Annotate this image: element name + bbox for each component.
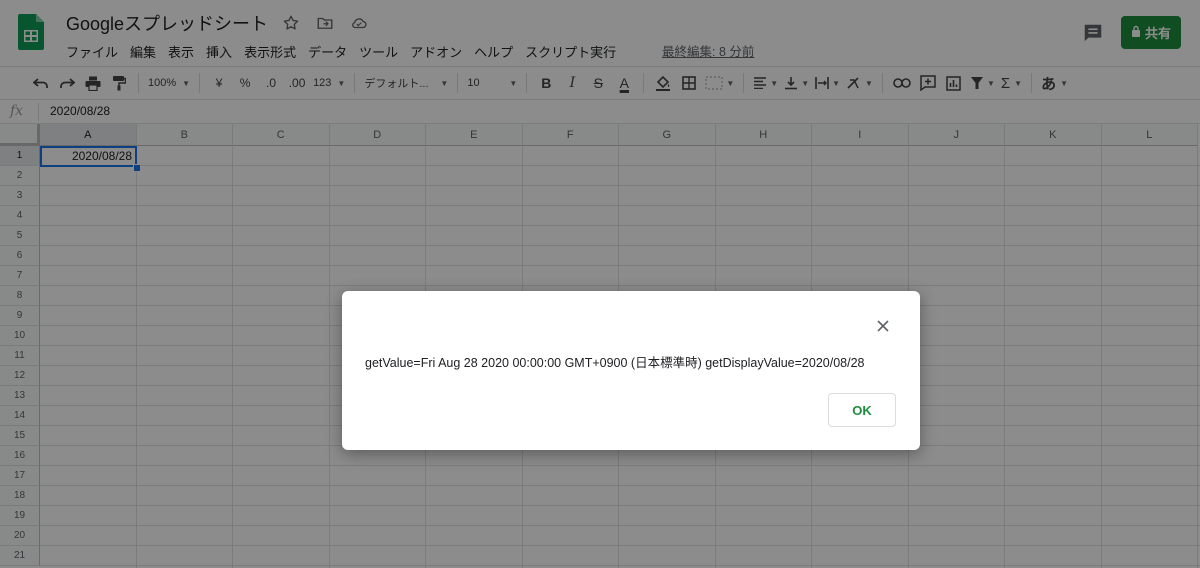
dialog-message: getValue=Fri Aug 28 2020 00:00:00 GMT+09… xyxy=(365,356,865,370)
sheets-app: Googleスプレッドシート ファイル 編集 表示 挿入 表示形式 データ ツー… xyxy=(0,0,1200,568)
alert-dialog: getValue=Fri Aug 28 2020 00:00:00 GMT+09… xyxy=(342,291,920,450)
ok-button[interactable]: OK xyxy=(828,393,896,427)
modal-backdrop xyxy=(0,0,1200,568)
close-icon[interactable] xyxy=(874,317,892,335)
